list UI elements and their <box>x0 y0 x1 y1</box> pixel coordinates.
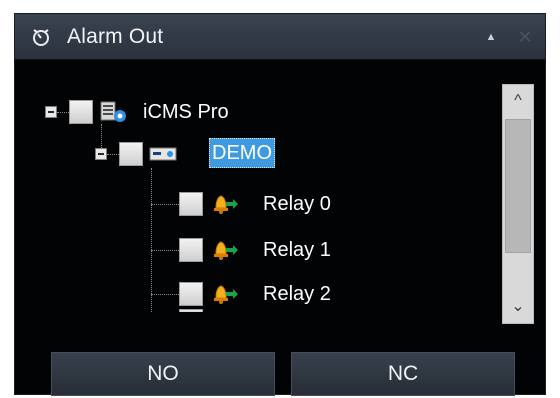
relay-bell-icon <box>214 285 238 304</box>
tree-connector <box>107 154 119 155</box>
tree-node-relay-label[interactable]: Relay 0 <box>263 192 331 216</box>
tree-connector <box>151 168 152 312</box>
title-bar: Alarm Out ▲ ✕ <box>15 14 545 60</box>
tree-node-device-label[interactable]: DEMO <box>209 138 275 168</box>
no-button[interactable]: NO <box>51 352 275 396</box>
relay-bell-icon <box>214 195 238 214</box>
relay-checkbox[interactable] <box>179 192 203 216</box>
alarm-clock-icon <box>33 29 49 46</box>
tree-connector <box>151 250 179 251</box>
tree-node-root-label[interactable]: iCMS Pro <box>143 100 229 124</box>
tree-connector <box>151 294 179 295</box>
alarm-out-window: Alarm Out ▲ ✕ iCMS Pro DEMO Relay 0 Rela… <box>14 13 546 396</box>
device-tree: iCMS Pro DEMO Relay 0 Relay 1 Relay 2 <box>15 60 495 312</box>
relay-checkbox[interactable] <box>179 238 203 262</box>
collapse-button[interactable]: ▲ <box>481 27 501 47</box>
tree-connector <box>151 204 179 205</box>
nc-button[interactable]: NC <box>291 352 515 396</box>
relay-bell-icon <box>214 241 238 260</box>
tree-node-relay-label[interactable]: Relay 2 <box>263 282 331 306</box>
device-collapse-toggle[interactable] <box>95 148 107 160</box>
tree-scrollbar[interactable]: ^ ⌄ <box>502 84 534 324</box>
device-checkbox[interactable] <box>119 142 143 166</box>
tree-node-relay-label[interactable]: Relay 1 <box>263 238 331 262</box>
window-title: Alarm Out <box>67 25 164 48</box>
relay-checkbox-partial[interactable] <box>179 309 203 312</box>
tree-connector <box>57 112 69 113</box>
relay-checkbox[interactable] <box>179 282 203 306</box>
root-collapse-toggle[interactable] <box>45 106 57 118</box>
tree-connector <box>101 124 102 148</box>
scroll-up-button[interactable]: ^ <box>503 85 533 117</box>
close-button[interactable]: ✕ <box>515 27 535 47</box>
root-checkbox[interactable] <box>69 100 93 124</box>
scroll-down-button[interactable]: ⌄ <box>503 291 533 323</box>
device-icon <box>149 147 177 161</box>
scroll-thumb[interactable] <box>505 119 531 253</box>
server-settings-icon <box>100 101 126 122</box>
